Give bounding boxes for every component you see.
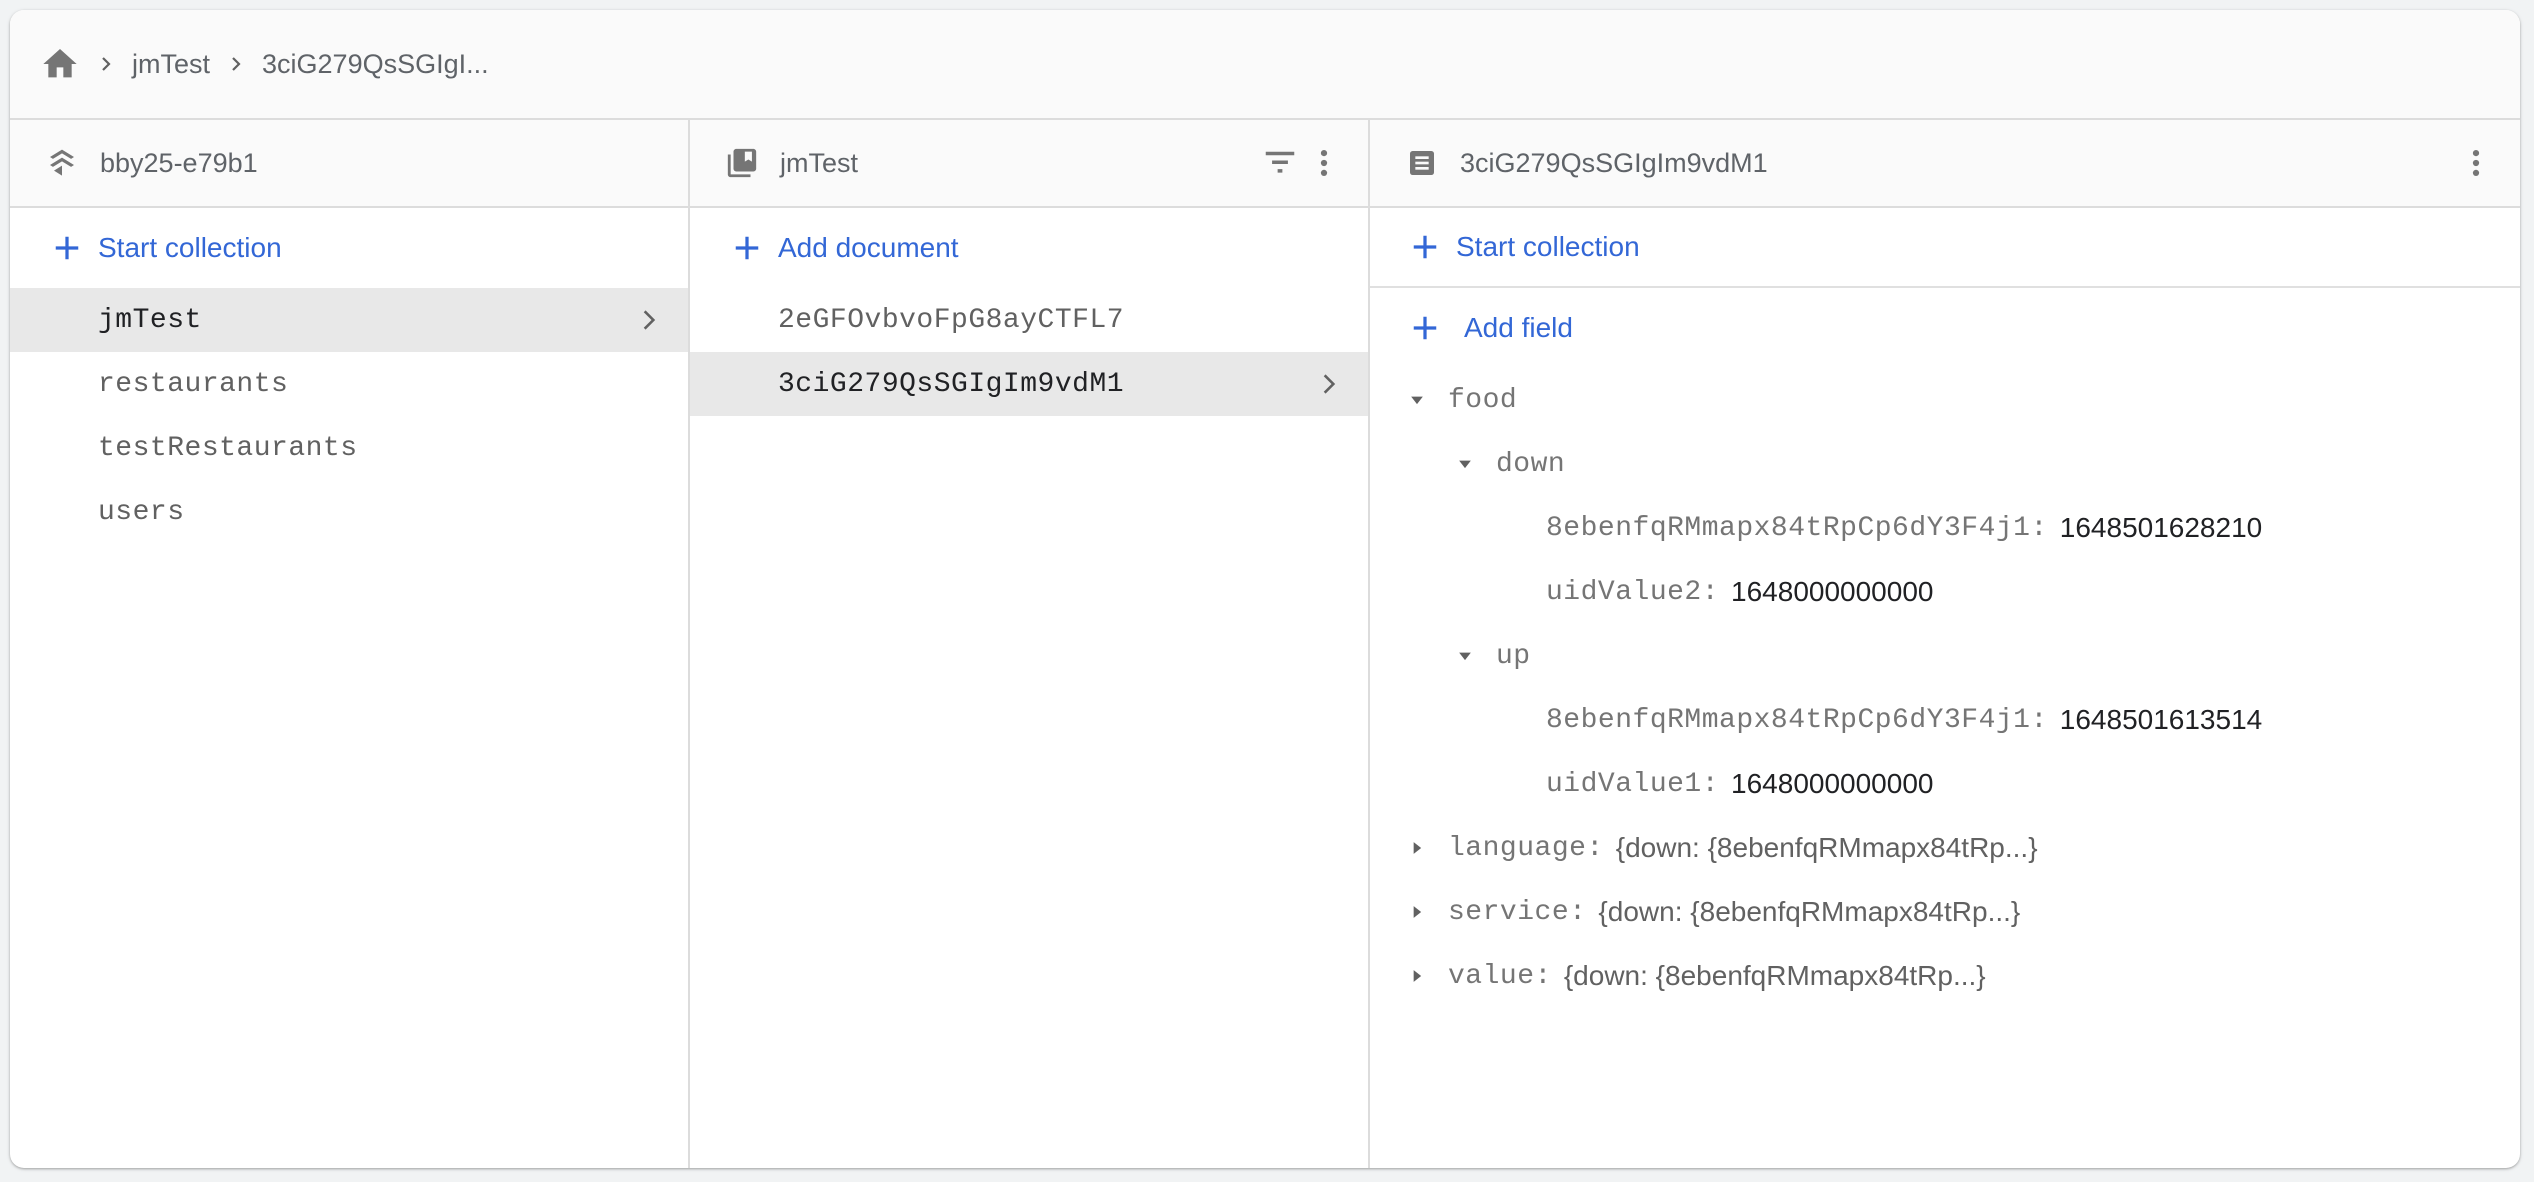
field-summary: {down: {8ebenfqRMmapx84tRp...} bbox=[1615, 832, 2038, 863]
collection-list: jmTest restaurants testRestaurants users bbox=[10, 288, 688, 544]
chevron-right-icon bbox=[634, 305, 664, 335]
plus-icon bbox=[1408, 311, 1442, 345]
collection-panel-header: jmTest bbox=[690, 120, 1368, 208]
start-collection-button[interactable]: Start collection bbox=[10, 208, 688, 288]
root-panel-title: bby25-e79b1 bbox=[100, 147, 258, 178]
document-icon bbox=[1404, 145, 1440, 181]
field-key: 8ebenfqRMmapx84tRpCp6dY3F4j1: bbox=[1546, 704, 2048, 736]
expand-arrow-icon[interactable] bbox=[1400, 895, 1434, 929]
collection-name: users bbox=[98, 496, 185, 528]
document-list: 2eGFOvbvoFpG8ayCTFL7 3ciG279QsSGIgIm9vdM… bbox=[690, 288, 1368, 416]
root-panel: bby25-e79b1 Start collection jmTest rest… bbox=[10, 120, 690, 1168]
document-item[interactable]: 2eGFOvbvoFpG8ayCTFL7 bbox=[690, 288, 1368, 352]
collection-panel: jmTest Add document 2eGFOvbvoFpG8ayCTFL7 bbox=[690, 120, 1370, 1168]
root-panel-header: bby25-e79b1 bbox=[10, 120, 688, 208]
field-food-up: up bbox=[1370, 624, 2520, 688]
field-food: food bbox=[1370, 368, 2520, 432]
expand-arrow-icon[interactable] bbox=[1400, 831, 1434, 865]
chevron-right-icon bbox=[86, 44, 126, 84]
field-language[interactable]: language: {down: {8ebenfqRMmapx84tRp...} bbox=[1370, 816, 2520, 880]
chevron-right-icon bbox=[1314, 369, 1344, 399]
field-summary: {down: {8ebenfqRMmapx84tRp...} bbox=[1563, 960, 1986, 991]
field-value: 1648501628210 bbox=[2059, 512, 2263, 543]
add-field-button[interactable]: Add field bbox=[1370, 288, 2520, 368]
field-value: 1648501613514 bbox=[2059, 704, 2263, 735]
field-summary: {down: {8ebenfqRMmapx84tRp...} bbox=[1598, 896, 2021, 927]
add-document-label: Add document bbox=[778, 232, 959, 263]
collection-item-users[interactable]: users bbox=[10, 480, 688, 544]
home-icon[interactable] bbox=[40, 44, 80, 84]
start-collection-label: Start collection bbox=[98, 232, 282, 263]
document-id: 2eGFOvbvoFpG8ayCTFL7 bbox=[778, 304, 1125, 336]
field-value[interactable]: value: {down: {8ebenfqRMmapx84tRp...} bbox=[1370, 944, 2520, 1008]
field-key: uidValue2: bbox=[1546, 576, 1720, 608]
chevron-right-icon bbox=[216, 44, 256, 84]
collapse-arrow-icon[interactable] bbox=[1448, 639, 1482, 673]
field-entry[interactable]: 8ebenfqRMmapx84tRpCp6dY3F4j1: 1648501628… bbox=[1370, 496, 2520, 560]
plus-icon bbox=[730, 231, 764, 265]
field-service[interactable]: service: {down: {8ebenfqRMmapx84tRp...} bbox=[1370, 880, 2520, 944]
field-value: 1648000000000 bbox=[1731, 768, 1934, 799]
field-key: value: bbox=[1448, 960, 1552, 992]
field-key: service: bbox=[1448, 896, 1587, 928]
breadcrumb-item-document[interactable]: 3ciG279QsSGIgI... bbox=[262, 49, 489, 80]
collection-item-testrestaurants[interactable]: testRestaurants bbox=[10, 416, 688, 480]
collection-name: restaurants bbox=[98, 368, 289, 400]
collapse-arrow-icon[interactable] bbox=[1400, 383, 1434, 417]
more-vert-icon[interactable] bbox=[2454, 141, 2498, 185]
filter-icon[interactable] bbox=[1258, 141, 1302, 185]
field-key: uidValue1: bbox=[1546, 768, 1720, 800]
collapse-arrow-icon[interactable] bbox=[1448, 447, 1482, 481]
document-panel-header: 3ciG279QsSGIgIm9vdM1 bbox=[1370, 120, 2520, 208]
collection-name: testRestaurants bbox=[98, 432, 358, 464]
collection-item-restaurants[interactable]: restaurants bbox=[10, 352, 688, 416]
project-layers-icon bbox=[44, 145, 80, 181]
field-key[interactable]: up bbox=[1496, 641, 1531, 672]
field-value: 1648000000000 bbox=[1731, 576, 1934, 607]
add-field-label: Add field bbox=[1464, 312, 1573, 343]
start-subcollection-button[interactable]: Start collection bbox=[1370, 208, 2520, 288]
field-entry[interactable]: 8ebenfqRMmapx84tRpCp6dY3F4j1: 1648501613… bbox=[1370, 688, 2520, 752]
field-key[interactable]: down bbox=[1496, 449, 1565, 480]
firestore-data-viewer: jmTest 3ciG279QsSGIgI... bby25-e79b1 Sta… bbox=[10, 10, 2520, 1168]
collection-name: jmTest bbox=[98, 304, 202, 336]
document-item-selected[interactable]: 3ciG279QsSGIgIm9vdM1 bbox=[690, 352, 1368, 416]
breadcrumb: jmTest 3ciG279QsSGIgI... bbox=[10, 10, 2520, 120]
field-key: language: bbox=[1448, 832, 1604, 864]
field-entry[interactable]: uidValue2: 1648000000000 bbox=[1370, 560, 2520, 624]
field-tree: food down 8ebenfqRMmapx84tRpCp6dY3F4j1: … bbox=[1370, 368, 2520, 1008]
collection-panel-title: jmTest bbox=[780, 147, 859, 178]
breadcrumb-item-collection[interactable]: jmTest bbox=[132, 49, 210, 80]
collection-item-jmtest[interactable]: jmTest bbox=[10, 288, 688, 352]
document-id: 3ciG279QsSGIgIm9vdM1 bbox=[778, 368, 1125, 400]
add-document-button[interactable]: Add document bbox=[690, 208, 1368, 288]
plus-icon bbox=[50, 231, 84, 265]
start-collection-label: Start collection bbox=[1456, 231, 1640, 262]
field-entry[interactable]: uidValue1: 1648000000000 bbox=[1370, 752, 2520, 816]
document-panel-title: 3ciG279QsSGIgIm9vdM1 bbox=[1460, 147, 1768, 178]
field-food-down: down bbox=[1370, 432, 2520, 496]
plus-icon bbox=[1408, 230, 1442, 264]
expand-arrow-icon[interactable] bbox=[1400, 959, 1434, 993]
document-panel: 3ciG279QsSGIgIm9vdM1 Start collection Ad… bbox=[1370, 120, 2520, 1168]
more-vert-icon[interactable] bbox=[1302, 141, 1346, 185]
field-key[interactable]: food bbox=[1448, 385, 1517, 416]
collection-icon bbox=[724, 145, 760, 181]
field-key: 8ebenfqRMmapx84tRpCp6dY3F4j1: bbox=[1546, 512, 2048, 544]
panels: bby25-e79b1 Start collection jmTest rest… bbox=[10, 120, 2520, 1168]
